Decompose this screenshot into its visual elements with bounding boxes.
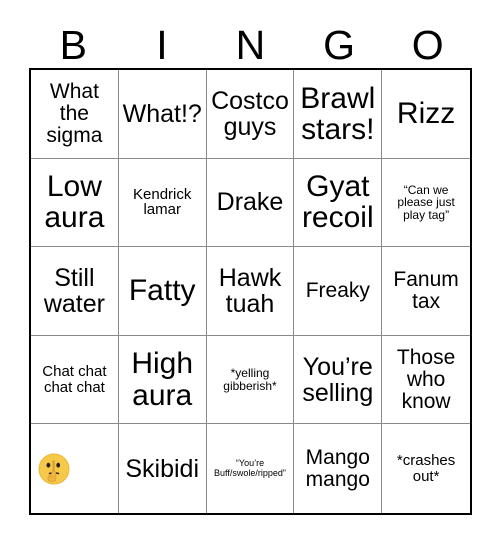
bingo-cell-label: Fanum tax — [393, 268, 459, 313]
bingo-cell[interactable]: Skibidi — [118, 424, 207, 513]
bingo-cell[interactable]: Brawl stars! — [294, 70, 383, 159]
bingo-cell-label: Gyat recoil — [301, 170, 374, 235]
bingo-cell[interactable]: “Can we please just play tag” — [382, 158, 470, 248]
bingo-cell-label: Skibidi — [125, 454, 200, 483]
bingo-header-letter-o: O — [411, 21, 444, 68]
bingo-cell[interactable]: Chat chat chat chat — [31, 335, 119, 425]
bingo-cell[interactable]: “You’re Buff/swole/ripped” — [206, 424, 295, 513]
bingo-cell-label: *yelling gibberish* — [223, 366, 277, 393]
bingo-cell-label: High aura — [131, 347, 194, 412]
bingo-cell[interactable]: Low aura — [31, 158, 119, 248]
bingo-cell[interactable]: Fatty — [118, 247, 207, 336]
shushing-face-emoji — [34, 449, 74, 489]
bingo-header-letter-g: G — [323, 21, 356, 68]
bingo-cell[interactable]: Those who know — [382, 335, 470, 425]
bingo-cell-label: Chat chat chat chat — [42, 363, 107, 396]
bingo-cell[interactable]: *crashes out* — [382, 424, 470, 513]
bingo-cell-label: Those who know — [396, 345, 456, 413]
bingo-cell-label: You’re selling — [302, 352, 374, 407]
bingo-cell-label: “You’re Buff/swole/ripped” — [214, 458, 286, 478]
bingo-cell[interactable]: Drake — [206, 158, 295, 248]
bingo-card: B I N G O What the sigma What!? Costco g… — [0, 0, 500, 544]
bingo-grid: What the sigma What!? Costco guys Brawl … — [29, 68, 472, 515]
bingo-cell[interactable]: Mango mango — [294, 424, 383, 513]
bingo-cell-label: *crashes out* — [396, 452, 456, 485]
bingo-cell[interactable]: What!? — [118, 70, 207, 159]
bingo-cell-label: Fatty — [128, 274, 196, 308]
bingo-cell-label: Still water — [43, 263, 105, 318]
bingo-header-row: B I N G O — [29, 22, 472, 68]
bingo-cell[interactable]: You’re selling — [294, 335, 383, 425]
bingo-cell-label: What!? — [122, 99, 202, 128]
bingo-cell-label: Mango mango — [305, 445, 370, 491]
bingo-cell-label: Brawl stars! — [300, 81, 376, 146]
bingo-cell-label: What the sigma — [46, 80, 103, 147]
bingo-header-letter-n: N — [235, 21, 266, 68]
bingo-cell-label: Drake — [216, 188, 284, 217]
bingo-cell[interactable]: Hawk tuah — [206, 247, 295, 336]
bingo-cell[interactable]: Still water — [31, 247, 119, 336]
bingo-cell-label: Freaky — [305, 279, 370, 303]
bingo-cell[interactable]: Freaky — [294, 247, 383, 336]
bingo-cell[interactable]: *yelling gibberish* — [206, 335, 295, 425]
bingo-cell[interactable]: Gyat recoil — [294, 158, 383, 248]
bingo-cell[interactable] — [31, 424, 119, 513]
bingo-header-letter-b: B — [59, 21, 87, 68]
bingo-cell[interactable]: Fanum tax — [382, 247, 470, 336]
bingo-header-letter-i: I — [156, 21, 168, 68]
bingo-cell[interactable]: What the sigma — [31, 70, 119, 159]
bingo-cell[interactable]: Rizz — [382, 70, 470, 159]
bingo-cell[interactable]: High aura — [118, 335, 207, 425]
bingo-cell[interactable]: Kendrick lamar — [118, 158, 207, 248]
bingo-cell-label: Costco guys — [211, 86, 289, 141]
bingo-cell-label: “Can we please just play tag” — [397, 182, 455, 222]
bingo-cell-label: Hawk tuah — [218, 263, 282, 318]
bingo-cell[interactable]: Costco guys — [206, 70, 295, 159]
bingo-cell-label: Kendrick lamar — [133, 185, 192, 219]
bingo-cell-label: Rizz — [396, 97, 456, 131]
bingo-cell-label: Low aura — [44, 170, 105, 235]
